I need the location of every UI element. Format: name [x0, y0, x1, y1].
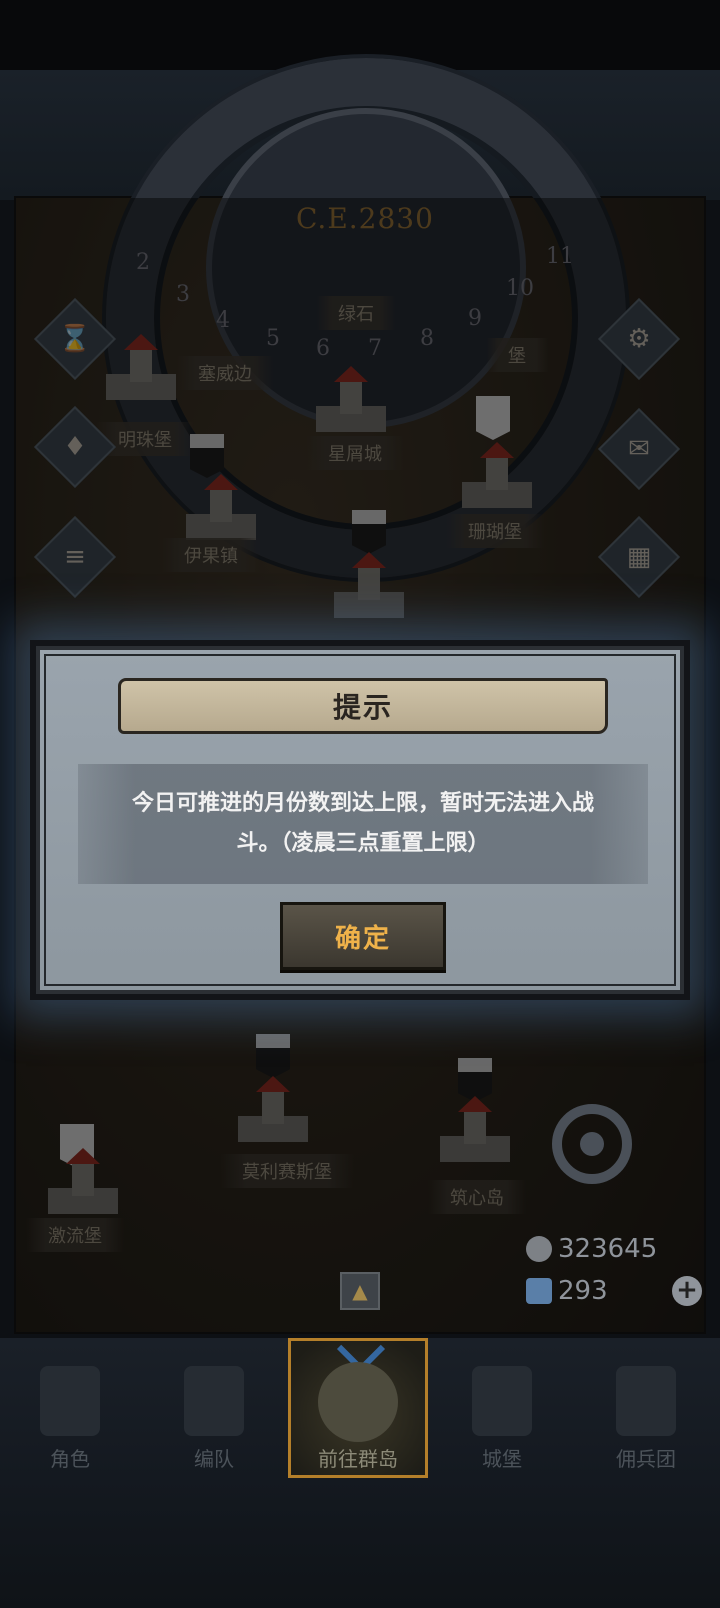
bottom-decoration: [0, 1478, 720, 1608]
add-crystal-button[interactable]: +: [672, 1276, 702, 1306]
dialog-message-box: 今日可推进的月份数到达上限，暂时无法进入战斗。（凌晨三点重置上限）: [78, 764, 648, 884]
collapse-icon: ▲: [352, 1279, 368, 1303]
dialog-title-banner: 提示: [118, 678, 608, 734]
confirm-button[interactable]: 确定: [280, 902, 446, 970]
tab-label: 角色: [50, 1447, 90, 1471]
ship-icon: [616, 1366, 676, 1436]
dialog-message: 今日可推进的月份数到达上限，暂时无法进入战斗。（凌晨三点重置上限）: [131, 791, 594, 856]
compass-icon: [318, 1362, 398, 1442]
confirm-label: 确定: [334, 923, 391, 954]
bottom-navigation: 角色 编队 前往群岛 城堡 佣兵团: [0, 1324, 720, 1478]
tab-label: 编队: [194, 1447, 234, 1471]
tab-archipelago[interactable]: 前往群岛: [288, 1324, 428, 1478]
notice-dialog: 提示 今日可推进的月份数到达上限，暂时无法进入战斗。（凌晨三点重置上限） 确定: [30, 640, 690, 1000]
dialog-title: 提示: [332, 691, 393, 724]
tab-character[interactable]: 角色: [0, 1338, 140, 1478]
gold-resource: 323645: [526, 1234, 657, 1264]
collapse-button[interactable]: ▲: [340, 1272, 380, 1310]
tab-mercenary[interactable]: 佣兵团: [576, 1338, 716, 1478]
crystal-icon: [526, 1278, 552, 1304]
tab-label: 佣兵团: [616, 1447, 676, 1471]
formation-icon: [184, 1366, 244, 1436]
coin-icon: [526, 1236, 552, 1262]
tab-formation[interactable]: 编队: [144, 1338, 284, 1478]
map-navigation-control[interactable]: [552, 1104, 632, 1184]
target-icon: [580, 1132, 604, 1156]
gold-amount: 323645: [558, 1234, 658, 1264]
tab-castle[interactable]: 城堡: [432, 1338, 572, 1478]
castle-icon: [472, 1366, 532, 1436]
crystal-amount: 293: [558, 1276, 608, 1306]
tab-label: 城堡: [482, 1447, 522, 1471]
character-icon: [40, 1366, 100, 1436]
crystal-resource: 293: [526, 1276, 608, 1306]
tab-label: 前往群岛: [318, 1447, 398, 1471]
